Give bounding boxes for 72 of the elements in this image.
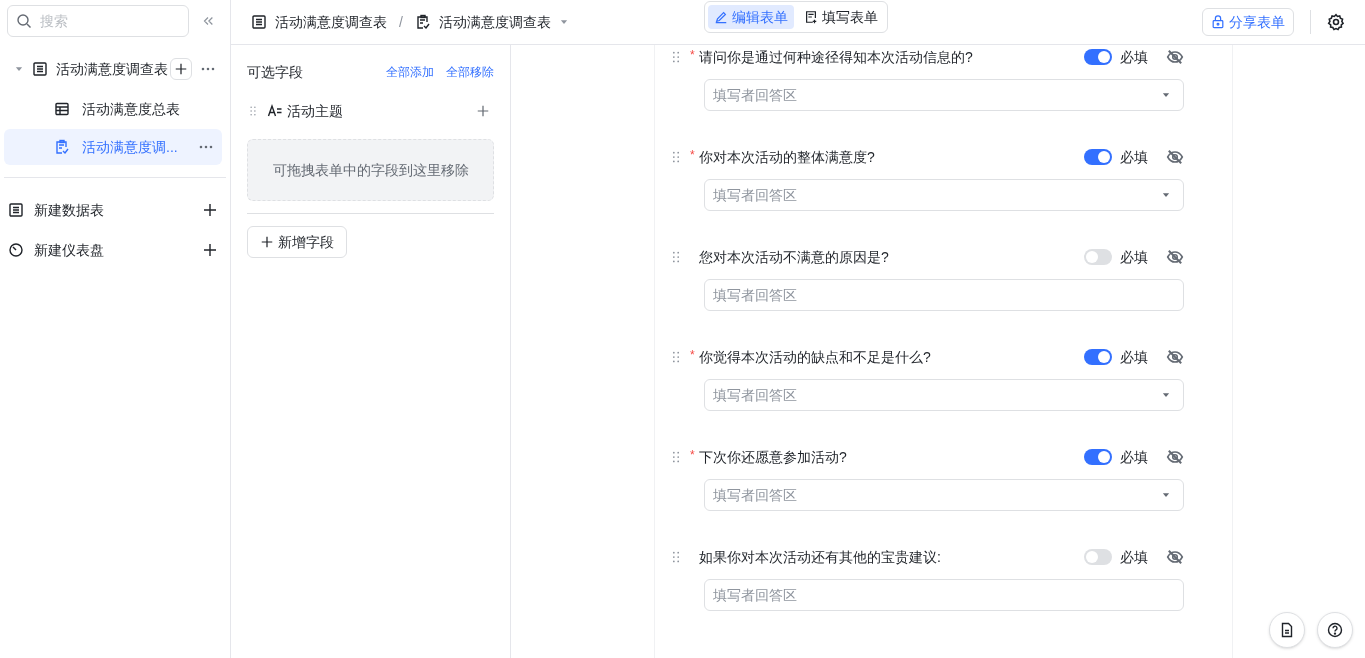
table-icon bbox=[251, 14, 267, 30]
required-asterisk: * bbox=[690, 47, 695, 63]
form-icon bbox=[414, 14, 431, 30]
mode-tab[interactable]: 填写表单 bbox=[798, 5, 884, 29]
document-button[interactable] bbox=[1269, 612, 1305, 648]
answer-dropdown[interactable]: 填写者回答区 bbox=[704, 379, 1184, 411]
question-label: 如果你对本次活动还有其他的宝贵建议: bbox=[699, 548, 941, 567]
question-label: 您对本次活动不满意的原因是? bbox=[699, 248, 889, 267]
answer-dropdown[interactable]: 填写者回答区 bbox=[704, 79, 1184, 111]
answer-dropdown[interactable]: 填写者回答区 bbox=[704, 479, 1184, 511]
hidden-eye-icon bbox=[1166, 448, 1184, 466]
hidden-eye-icon bbox=[1166, 48, 1184, 66]
panel-title: 可选字段 bbox=[247, 63, 303, 82]
hidden-eye-icon bbox=[1166, 348, 1184, 366]
table-icon bbox=[8, 202, 24, 218]
form-icon bbox=[54, 139, 70, 155]
required-toggle[interactable] bbox=[1084, 449, 1112, 465]
document-icon bbox=[1279, 622, 1295, 638]
field-item[interactable]: 活动主题 bbox=[247, 95, 494, 127]
add-button[interactable] bbox=[170, 58, 192, 80]
required-toggle[interactable] bbox=[1084, 349, 1112, 365]
hidden-eye-icon bbox=[1166, 148, 1184, 166]
remove-all-link[interactable]: 全部移除 bbox=[446, 64, 494, 80]
collapse-icon[interactable] bbox=[201, 14, 215, 28]
tree-item[interactable]: 活动满意度调查表 bbox=[4, 49, 226, 89]
breadcrumb[interactable]: 活动满意度调查表 bbox=[414, 12, 569, 32]
lock-icon bbox=[1211, 15, 1225, 29]
answer-field[interactable]: 填写者回答区 bbox=[704, 279, 1184, 311]
search-icon bbox=[16, 13, 32, 29]
text-field-icon bbox=[267, 103, 283, 119]
required-label: 必填 bbox=[1120, 348, 1148, 367]
drop-zone: 可拖拽表单中的字段到这里移除 bbox=[247, 139, 494, 201]
plus-icon bbox=[202, 202, 218, 218]
required-asterisk: * bbox=[690, 347, 695, 363]
required-label: 必填 bbox=[1120, 148, 1148, 167]
required-label: 必填 bbox=[1120, 48, 1148, 67]
plus-icon bbox=[476, 104, 490, 118]
add-all-link[interactable]: 全部添加 bbox=[386, 64, 434, 80]
breadcrumb-separator: / bbox=[399, 13, 403, 32]
plus-icon bbox=[202, 242, 218, 258]
hidden-eye-icon bbox=[1166, 248, 1184, 266]
tree-item[interactable]: 活动满意度总表 bbox=[4, 91, 222, 127]
table-icon bbox=[32, 61, 48, 77]
settings-icon[interactable] bbox=[1327, 13, 1345, 31]
answer-field[interactable]: 填写者回答区 bbox=[704, 579, 1184, 611]
required-toggle[interactable] bbox=[1084, 549, 1112, 565]
help-icon bbox=[1327, 622, 1343, 638]
breadcrumb[interactable]: 活动满意度调查表 bbox=[251, 12, 387, 32]
pencil-icon bbox=[714, 10, 728, 24]
required-toggle[interactable] bbox=[1084, 149, 1112, 165]
required-asterisk: * bbox=[690, 147, 695, 163]
mode-tab[interactable]: 编辑表单 bbox=[708, 5, 794, 29]
required-label: 必填 bbox=[1120, 448, 1148, 467]
grid-icon bbox=[54, 101, 70, 117]
required-asterisk: * bbox=[690, 447, 695, 463]
document-plus-icon bbox=[804, 10, 818, 24]
share-button[interactable]: 分享表单 bbox=[1202, 8, 1294, 36]
answer-dropdown[interactable]: 填写者回答区 bbox=[704, 179, 1184, 211]
required-toggle[interactable] bbox=[1084, 249, 1112, 265]
sidebar-action[interactable]: 新建仪表盘 bbox=[0, 230, 230, 270]
required-toggle[interactable] bbox=[1084, 49, 1112, 65]
required-label: 必填 bbox=[1120, 248, 1148, 267]
tree-item[interactable]: 活动满意度调... bbox=[4, 129, 222, 165]
plus-icon bbox=[174, 62, 188, 76]
hidden-eye-icon bbox=[1166, 548, 1184, 566]
plus-icon bbox=[260, 235, 274, 249]
new-field-button[interactable]: 新增字段 bbox=[247, 226, 347, 258]
dashboard-icon bbox=[8, 242, 24, 258]
required-label: 必填 bbox=[1120, 548, 1148, 567]
drag-handle-icon bbox=[247, 105, 259, 117]
sidebar-action[interactable]: 新建数据表 bbox=[0, 190, 230, 230]
help-button[interactable] bbox=[1317, 612, 1353, 648]
